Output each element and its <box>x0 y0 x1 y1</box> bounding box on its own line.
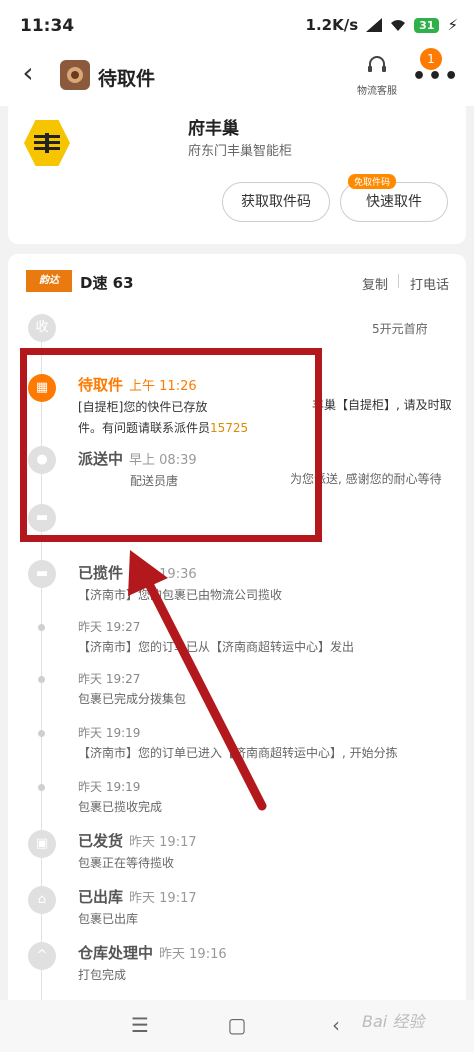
event-time: 昨天 19:19 <box>78 726 141 740</box>
page-title: 待取件 <box>98 68 156 90</box>
logistics-service-button[interactable]: 物流客服 <box>354 54 400 97</box>
wifi-icon <box>391 20 406 31</box>
tracking-number: D速 63 <box>80 274 134 292</box>
watermark: Bai 经验 <box>362 1012 425 1031</box>
cellular-signal-icon <box>366 18 383 32</box>
event-time: 昨天 19:27 <box>78 672 141 686</box>
promo-tag: 免取件码 <box>348 174 397 189</box>
locker-address: 府东门丰巢智能柜 <box>188 144 293 159</box>
event-desc: 包裹正在等待揽收 <box>78 856 175 870</box>
event-desc-right: 丰巢【自提柜】, 请及时取 <box>312 398 452 412</box>
divider <box>398 274 399 288</box>
event-status: 已揽件 <box>78 564 124 582</box>
event-item: 昨天 19:27 【济南市】您的订单已从【济南商超转运中心】发出 <box>78 618 458 656</box>
status-time: 11:34 <box>20 16 75 36</box>
event-time: 昨天 19:19 <box>78 780 141 794</box>
event-time: 昨天 19:36 <box>129 567 197 582</box>
event-status: 已出库 <box>78 888 124 906</box>
product-image-icon <box>67 67 83 83</box>
menu-icon[interactable]: ☰ <box>122 1010 158 1040</box>
event-desc: 【济南市】您的包裹已由物流公司揽收 <box>78 588 283 602</box>
network-speed: 1.2K/s <box>305 16 359 34</box>
timeline-dot <box>38 784 45 791</box>
top-header: ‹ 待取件 物流客服 ••• 1 <box>0 48 474 106</box>
event-desc: 打包完成 <box>78 968 127 982</box>
event-time: 昨天 19:27 <box>78 620 141 634</box>
receive-node-icon: 收 <box>28 314 56 342</box>
timeline-dot <box>38 676 45 683</box>
delivery-address: 5开元首府 <box>372 322 428 336</box>
event-item: 昨天 19:27 包裹已完成分拨集包 <box>78 670 458 708</box>
event-status: 仓库处理中 <box>78 944 154 962</box>
event-status: 已发货 <box>78 832 124 850</box>
courier-logo: 韵达 <box>26 270 72 292</box>
event-time: 昨天 19:16 <box>159 947 227 962</box>
truck-icon: ▬ <box>28 560 56 588</box>
copy-button[interactable]: 复制 <box>362 274 388 293</box>
event-collected: 已揽件 昨天 19:36 【济南市】您的包裹已由物流公司揽收 <box>78 562 458 604</box>
call-button[interactable]: 打电话 <box>410 274 449 293</box>
event-warehouse-processing: 仓库处理中 昨天 19:16 打包完成 <box>78 942 458 984</box>
locker-card: 府丰巢 府东门丰巢智能柜 获取取件码 快速取件 免取件码 <box>8 100 466 244</box>
event-item: 昨天 19:19 包裹已揽收完成 <box>78 778 458 816</box>
home-icon[interactable]: ▢ <box>219 1010 255 1040</box>
shipped-box-icon: ▣ <box>28 830 56 858</box>
locker-name: 府丰巢 <box>188 119 239 139</box>
annotation-highlight-box <box>20 348 322 542</box>
event-desc: 包裹已完成分拨集包 <box>78 692 187 706</box>
fengchao-logo-icon <box>24 120 70 166</box>
timeline-dot <box>38 730 45 737</box>
event-desc: 【济南市】您的订单已进入【济南商超转运中心】, 开始分拣 <box>78 746 398 760</box>
charging-icon: ⚡ <box>447 16 458 34</box>
event-item: 昨天 19:19 【济南市】您的订单已进入【济南商超转运中心】, 开始分拣 <box>78 724 458 762</box>
warehouse-icon: ⌂ <box>28 886 56 914</box>
service-label: 物流客服 <box>357 86 397 97</box>
event-desc: 包裹已揽收完成 <box>78 800 163 814</box>
event-out-of-warehouse: 已出库 昨天 19:17 包裹已出库 <box>78 886 458 928</box>
event-desc: 包裹已出库 <box>78 912 139 926</box>
chevron-up-icon: ^ <box>28 942 56 970</box>
status-bar: 11:34 1.2K/s 31 ⚡ <box>0 0 474 48</box>
timeline-dot <box>38 624 45 631</box>
back-icon[interactable]: ‹ <box>318 1010 354 1040</box>
notification-badge: 1 <box>420 48 442 70</box>
event-desc: 【济南市】您的订单已从【济南商超转运中心】发出 <box>78 640 355 654</box>
battery-icon: 31 <box>414 17 440 33</box>
headset-icon <box>368 56 386 72</box>
event-time: 昨天 19:17 <box>129 891 197 906</box>
status-icons: 1.2K/s 31 ⚡ <box>306 16 458 34</box>
event-time: 昨天 19:17 <box>129 835 197 850</box>
get-pickup-code-button[interactable]: 获取取件码 <box>222 182 330 222</box>
event-shipped: 已发货 昨天 19:17 包裹正在等待揽收 <box>78 830 458 872</box>
back-arrow-icon[interactable]: ‹ <box>12 58 44 90</box>
product-thumbnail <box>60 60 90 90</box>
